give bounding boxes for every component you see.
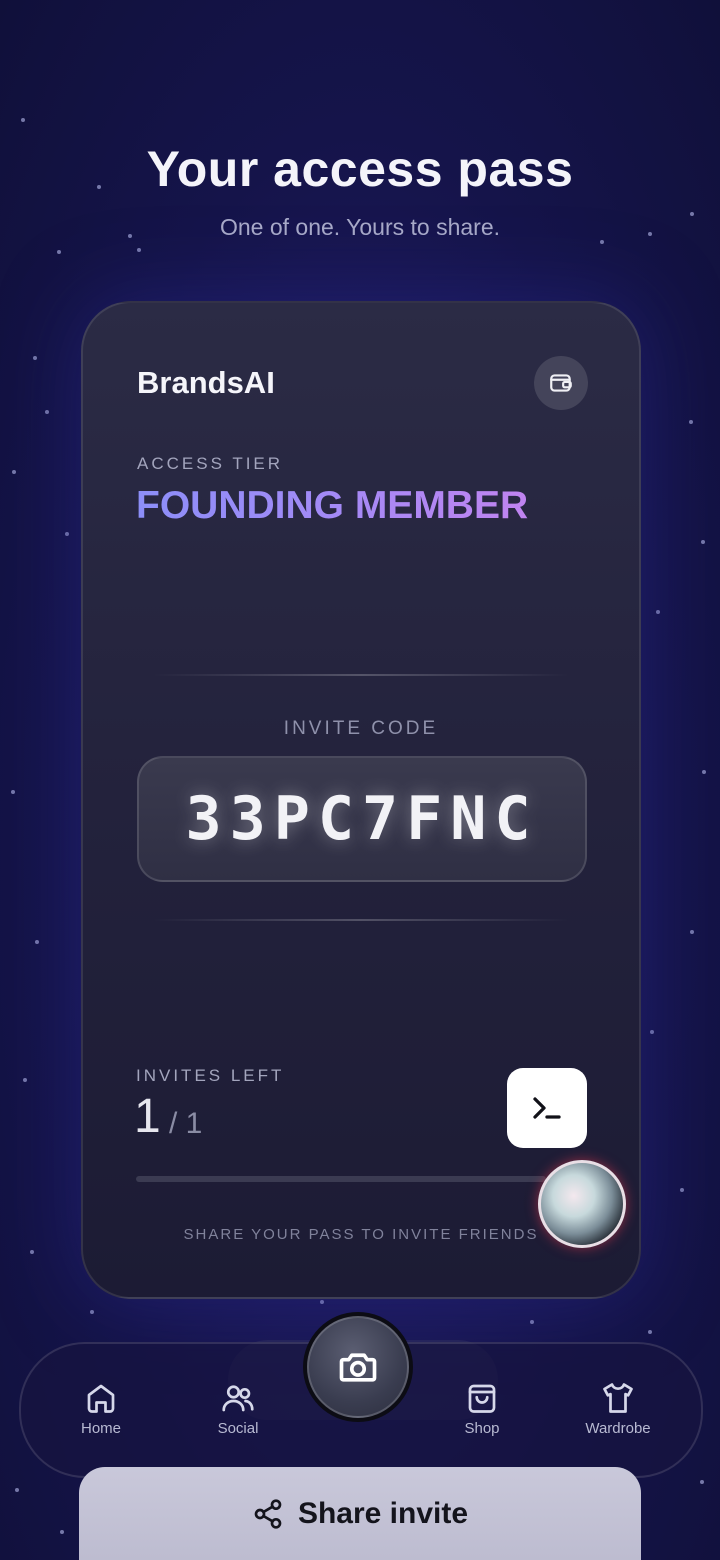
shirt-icon <box>603 1383 633 1413</box>
share-invite-button[interactable]: Share invite <box>79 1467 641 1560</box>
share-hint: SHARE YOUR PASS TO INVITE FRIENDS <box>183 1226 539 1243</box>
divider <box>153 674 569 676</box>
camera-button-inner <box>307 1316 409 1418</box>
users-icon <box>222 1385 254 1412</box>
wallet-icon <box>550 374 572 392</box>
invites-progress-bar <box>136 1176 546 1182</box>
page-title: Your access pass <box>146 141 574 197</box>
nav-label-wardrobe: Wardrobe <box>585 1420 651 1437</box>
nav-label-shop: Shop <box>464 1420 500 1437</box>
divider <box>153 919 569 921</box>
terminal-button[interactable] <box>507 1068 587 1148</box>
invite-code-value: 33PC7FNC <box>185 784 539 854</box>
invites-total: / 1 <box>169 1107 203 1140</box>
add-to-wallet-button[interactable] <box>534 356 588 410</box>
home-icon <box>87 1384 115 1413</box>
access-pass-card: BrandsAI ACCESS TIER FOUNDING MEMBER INV… <box>81 301 641 1299</box>
nav-label-social: Social <box>217 1420 259 1437</box>
share-invite-label: Share invite <box>297 1496 469 1530</box>
access-tier-label: ACCESS TIER <box>137 454 284 473</box>
nav-item-home[interactable]: Home <box>41 1380 161 1437</box>
nav-label-home: Home <box>80 1420 121 1437</box>
terminal-icon <box>533 1097 561 1119</box>
invite-code-label: INVITE CODE <box>283 718 439 739</box>
camera-icon <box>339 1353 377 1382</box>
camera-button[interactable] <box>303 1312 413 1422</box>
access-tier-value: FOUNDING MEMBER <box>136 484 529 527</box>
nav-item-wardrobe[interactable]: Wardrobe <box>558 1380 678 1437</box>
nav-item-social[interactable]: Social <box>178 1380 298 1437</box>
nav-item-shop[interactable]: Shop <box>422 1380 542 1437</box>
invites-left-count: 1 <box>134 1090 161 1143</box>
shopping-bag-icon <box>468 1384 496 1413</box>
brand-logo: BrandsAI <box>137 365 275 400</box>
page-subtitle: One of one. Yours to share. <box>219 214 501 240</box>
share-icon <box>254 1498 282 1529</box>
invite-code-box[interactable]: 33PC7FNC <box>137 756 587 882</box>
invites-left-label: INVITES LEFT <box>136 1066 285 1085</box>
